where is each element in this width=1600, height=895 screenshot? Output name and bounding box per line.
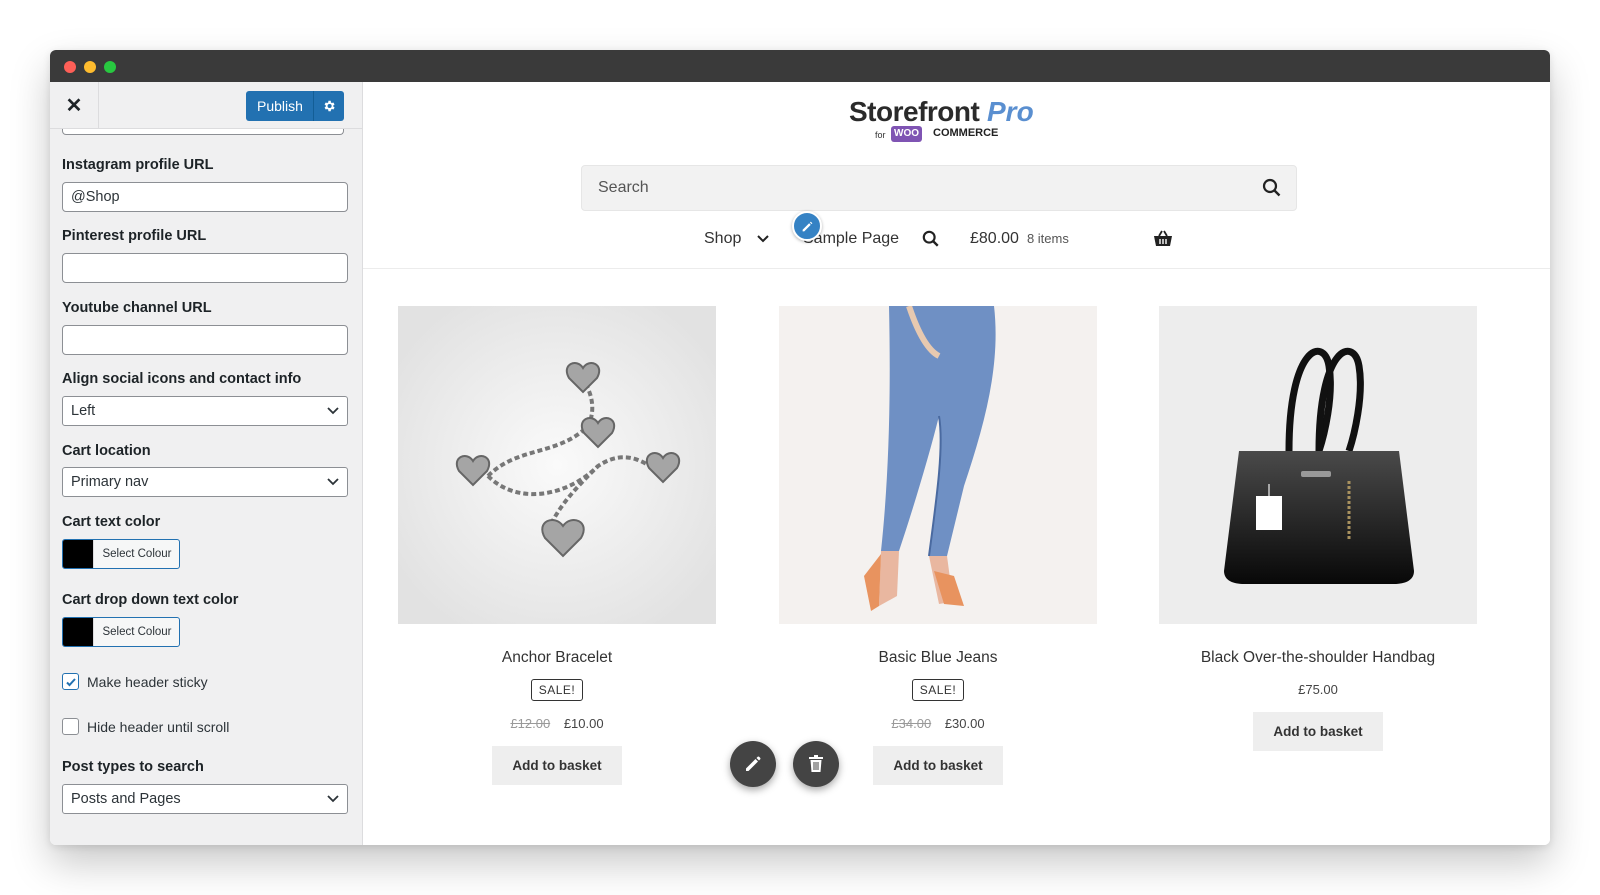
chevron-down-icon	[757, 235, 770, 243]
cart-dropdown-color-button[interactable]: Select Colour	[62, 617, 180, 647]
edit-shortcut-button[interactable]	[792, 211, 822, 241]
product-image[interactable]	[398, 306, 716, 624]
post-types-label: Post types to search	[62, 759, 204, 775]
nav-cart-summary[interactable]: £80.00 8 items	[970, 230, 1069, 248]
select-colour-label: Select Colour	[93, 540, 179, 568]
logo-commerce: COMMERCE	[933, 127, 999, 139]
pencil-icon	[802, 221, 812, 231]
align-select-value: Left	[71, 403, 96, 419]
hide-header-checkbox[interactable]	[62, 718, 79, 735]
pinterest-label: Pinterest profile URL	[62, 228, 207, 244]
product-name[interactable]: Black Over-the-shoulder Handbag	[1159, 649, 1477, 667]
trash-icon	[809, 755, 823, 772]
color-swatch	[63, 540, 93, 568]
window-titlebar	[50, 50, 1550, 82]
color-swatch	[63, 618, 93, 646]
align-select[interactable]: Left	[62, 396, 348, 426]
select-colour-label: Select Colour	[93, 618, 179, 646]
close-window-button[interactable]	[64, 61, 76, 73]
nav-basket-button[interactable]	[1153, 230, 1173, 253]
publish-button-group: Publish	[246, 91, 344, 121]
align-label: Align social icons and contact info	[62, 371, 302, 387]
sale-badge: SALE!	[530, 679, 584, 701]
youtube-label: Youtube channel URL	[62, 300, 212, 316]
cart-total: £80.00	[970, 230, 1019, 247]
logo-pro: Pro	[987, 96, 1034, 127]
product-price: £75.00	[1159, 682, 1477, 697]
product-card-black-handbag: Black Over-the-shoulder Handbag £75.00 A…	[1159, 306, 1477, 751]
current-price: £75.00	[1298, 682, 1338, 697]
product-image[interactable]	[1159, 306, 1477, 624]
checkmark-icon	[65, 677, 76, 686]
site-preview: Storefront Pro for WOO COMMERCE Search S…	[363, 82, 1550, 845]
current-price: £10.00	[563, 716, 604, 731]
bracelet-image	[398, 306, 716, 624]
product-name[interactable]: Basic Blue Jeans	[779, 649, 1097, 667]
site-logo[interactable]: Storefront Pro for WOO COMMERCE	[849, 96, 1049, 146]
instagram-input[interactable]: @Shop	[62, 182, 348, 212]
cart-location-select[interactable]: Primary nav	[62, 467, 348, 497]
nav-item-shop[interactable]: Shop	[704, 230, 770, 248]
cart-text-color-button[interactable]: Select Colour	[62, 539, 180, 569]
search-icon[interactable]	[1262, 178, 1282, 198]
product-search-bar[interactable]: Search	[581, 165, 1297, 211]
instagram-label: Instagram profile URL	[62, 157, 214, 173]
chevron-down-icon	[327, 478, 339, 486]
search-icon	[922, 230, 939, 247]
basket-icon	[1154, 230, 1172, 246]
customizer-header: ✕ Publish	[50, 82, 362, 129]
cart-text-color-label: Cart text color	[62, 514, 161, 530]
logo-for: for	[875, 130, 886, 140]
old-price: £12.00	[510, 716, 551, 731]
publish-button[interactable]: Publish	[246, 98, 317, 114]
cart-location-value: Primary nav	[71, 474, 149, 490]
product-price: £34.00 £30.00	[779, 716, 1097, 731]
sticky-header-option[interactable]: Make header sticky	[62, 673, 208, 690]
handbag-image	[1159, 306, 1477, 624]
add-to-basket-button[interactable]: Add to basket	[873, 746, 1003, 785]
hide-header-label: Hide header until scroll	[87, 718, 230, 735]
customizer-sidebar: ✕ Publish Instagram profile URL @Shop Pi…	[50, 82, 363, 845]
close-icon: ✕	[65, 94, 83, 117]
current-price: £30.00	[944, 716, 985, 731]
edit-fab-button[interactable]	[730, 741, 776, 787]
nav-search-icon[interactable]	[922, 230, 940, 253]
logo-title: Storefront	[849, 96, 980, 127]
product-card-anchor-bracelet: Anchor Bracelet SALE! £12.00 £10.00 Add …	[398, 306, 716, 785]
gear-icon	[324, 100, 335, 112]
maximize-window-button[interactable]	[104, 61, 116, 73]
add-to-basket-button[interactable]: Add to basket	[492, 746, 622, 785]
minimize-window-button[interactable]	[84, 61, 96, 73]
cart-location-label: Cart location	[62, 443, 151, 459]
header-divider	[363, 268, 1550, 269]
post-types-select[interactable]: Posts and Pages	[62, 784, 348, 814]
cart-dropdown-color-label: Cart drop down text color	[62, 592, 239, 608]
search-placeholder: Search	[598, 179, 649, 196]
pencil-icon	[746, 756, 761, 771]
product-image[interactable]	[779, 306, 1097, 624]
sale-badge: SALE!	[911, 679, 965, 701]
product-card-basic-blue-jeans: Basic Blue Jeans SALE! £34.00 £30.00 Add…	[779, 306, 1097, 785]
sticky-header-checkbox[interactable]	[62, 673, 79, 690]
cart-count: 8 items	[1026, 231, 1069, 246]
youtube-input[interactable]	[62, 325, 348, 355]
jeans-image	[779, 306, 1097, 624]
browser-window: ✕ Publish Instagram profile URL @Shop Pi…	[50, 50, 1550, 845]
close-customizer-button[interactable]: ✕	[50, 82, 99, 128]
add-to-basket-button[interactable]: Add to basket	[1253, 712, 1383, 751]
pinterest-input[interactable]	[62, 253, 348, 283]
nav-shop-label: Shop	[704, 230, 742, 247]
primary-nav: Shop Sample Page £80.00 8 items	[363, 222, 1550, 262]
product-name[interactable]: Anchor Bracelet	[398, 649, 716, 667]
old-price: £34.00	[891, 716, 932, 731]
post-types-value: Posts and Pages	[71, 791, 181, 807]
chevron-down-icon	[327, 407, 339, 415]
chevron-down-icon	[327, 795, 339, 803]
delete-fab-button[interactable]	[793, 741, 839, 787]
publish-settings-button[interactable]	[313, 91, 344, 121]
sticky-header-label: Make header sticky	[87, 673, 208, 690]
logo-woo: WOO	[891, 126, 922, 142]
product-price: £12.00 £10.00	[398, 716, 716, 731]
hide-header-option[interactable]: Hide header until scroll	[62, 718, 229, 735]
